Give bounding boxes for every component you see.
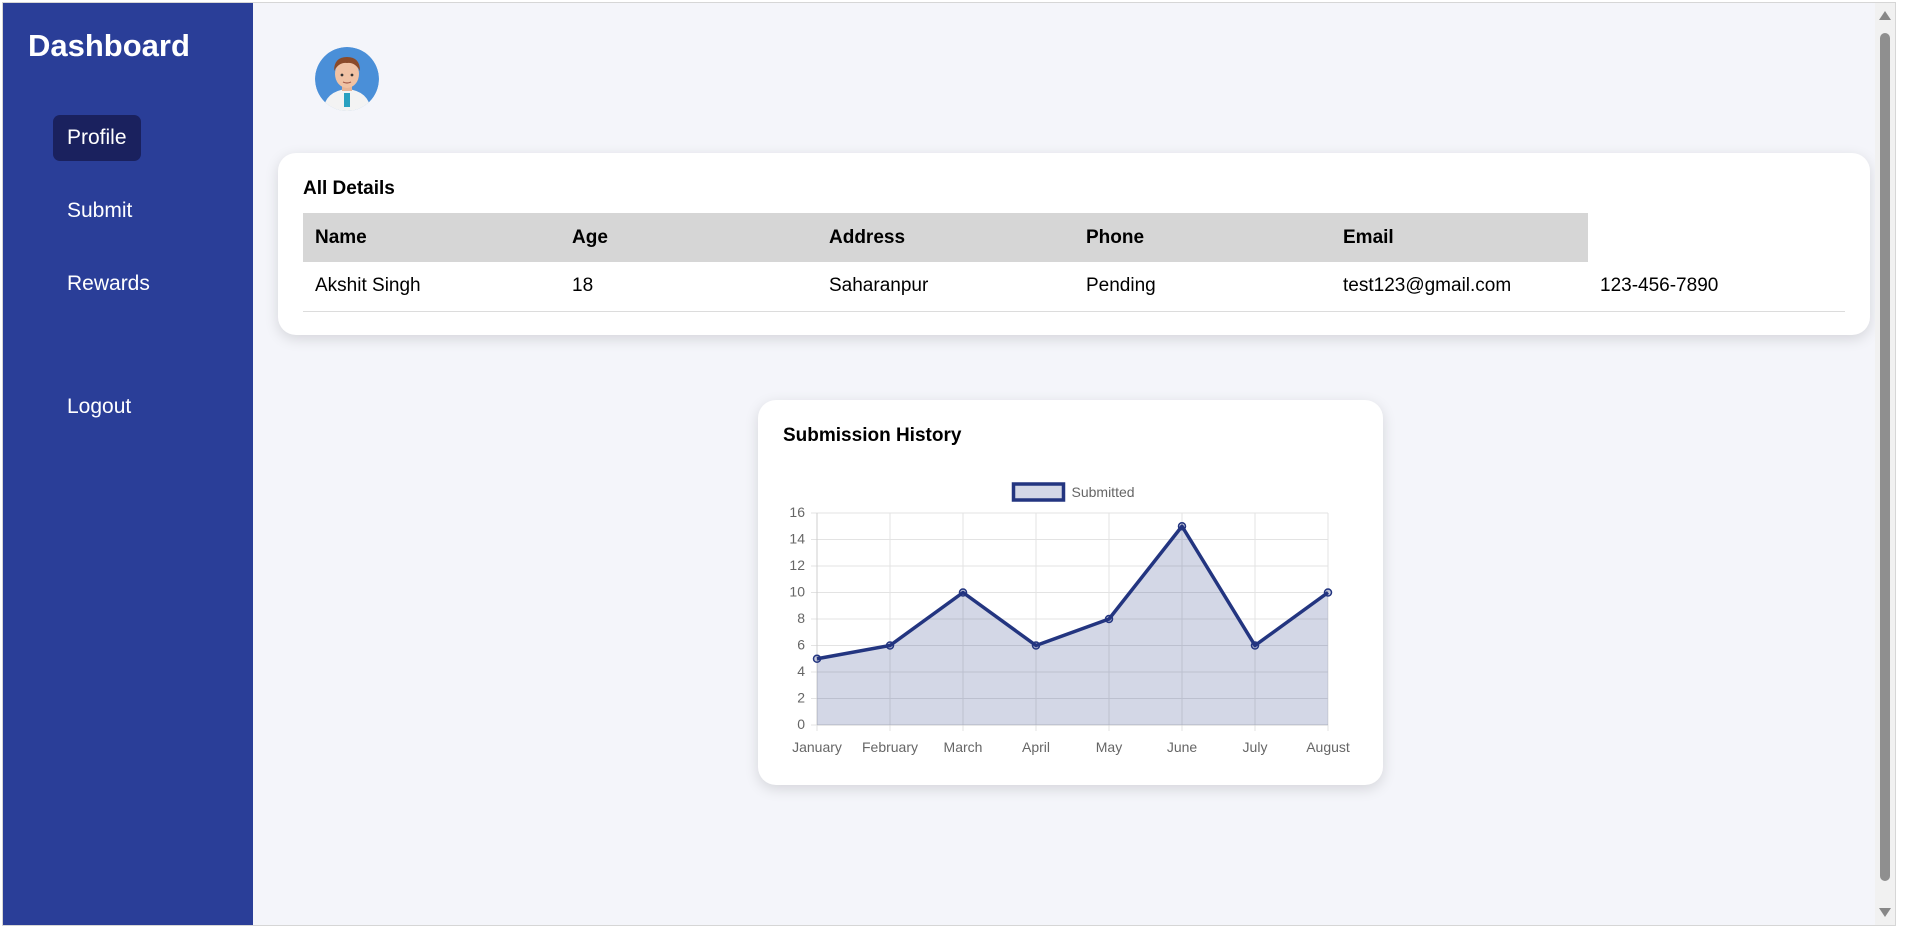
y-tick-label: 10 [789, 584, 805, 600]
sidebar-item-profile[interactable]: Profile [53, 115, 141, 161]
y-tick-label: 2 [797, 690, 805, 706]
table-row: Akshit Singh 18 Saharanpur Pending test1… [303, 262, 1845, 312]
column-header-address: Address [817, 213, 1074, 262]
x-tick-label: April [1022, 739, 1050, 755]
y-tick-label: 12 [789, 557, 805, 573]
x-tick-label: August [1306, 739, 1350, 755]
cell-phone: Pending [1074, 262, 1331, 312]
cell-email: test123@gmail.com [1331, 262, 1588, 312]
column-header-age: Age [560, 213, 817, 262]
column-header-empty [1588, 213, 1845, 262]
data-point [1323, 588, 1333, 597]
x-tick-label: July [1243, 739, 1268, 755]
x-tick-label: January [792, 739, 842, 755]
sidebar-item-logout[interactable]: Logout [53, 384, 145, 430]
cell-extra: 123-456-7890 [1588, 262, 1845, 312]
x-tick-label: February [862, 739, 918, 755]
scroll-up-icon[interactable] [1879, 11, 1891, 20]
column-header-name: Name [303, 213, 560, 262]
cell-age: 18 [560, 262, 817, 312]
details-table: Name Age Address Phone Email Akshit Sing… [303, 213, 1845, 312]
legend-swatch [1011, 482, 1066, 502]
y-tick-label: 0 [797, 716, 805, 732]
data-point [812, 654, 822, 663]
data-point [1177, 522, 1187, 531]
details-card: All Details Name Age Address Phone Email… [278, 153, 1870, 335]
y-tick-label: 6 [797, 637, 805, 653]
series-area [817, 526, 1328, 725]
main-content: All Details Name Age Address Phone Email… [253, 3, 1873, 925]
sidebar-item-rewards[interactable]: Rewards [53, 261, 164, 307]
data-point [1250, 641, 1260, 650]
sidebar-item-submit[interactable]: Submit [53, 188, 146, 234]
app-window: Dashboard Profile Submit Rewards Logout … [2, 2, 1896, 926]
data-point [958, 588, 968, 597]
chart-card: Submission History 0 2 4 6 8 10 12 14 16 January F… [758, 400, 1383, 785]
vertical-scrollbar[interactable] [1875, 3, 1895, 925]
y-tick-label: 8 [797, 610, 805, 626]
cell-name: Akshit Singh [303, 262, 560, 312]
submission-chart: 0 2 4 6 8 10 12 14 16 January February March April Ma… [789, 482, 1350, 755]
legend-label: Submitted [1072, 484, 1135, 500]
scroll-down-icon[interactable] [1879, 908, 1891, 917]
data-point [1104, 614, 1114, 624]
sidebar-title: Dashboard [28, 28, 190, 63]
scrollbar-thumb[interactable] [1880, 33, 1890, 881]
x-tick-label: March [944, 739, 983, 755]
data-point [885, 641, 895, 650]
cell-address: Saharanpur [817, 262, 1074, 312]
x-tick-label: May [1096, 739, 1122, 755]
y-tick-label: 16 [789, 504, 805, 520]
y-tick-label: 4 [797, 663, 805, 679]
details-title: All Details [303, 178, 395, 199]
y-tick-label: 14 [789, 531, 805, 547]
column-header-phone: Phone [1074, 213, 1331, 262]
data-point [1031, 641, 1041, 650]
x-tick-label: June [1167, 739, 1198, 755]
user-avatar-icon[interactable] [315, 47, 379, 111]
column-header-email: Email [1331, 213, 1588, 262]
sidebar: Dashboard Profile Submit Rewards Logout [3, 3, 253, 925]
